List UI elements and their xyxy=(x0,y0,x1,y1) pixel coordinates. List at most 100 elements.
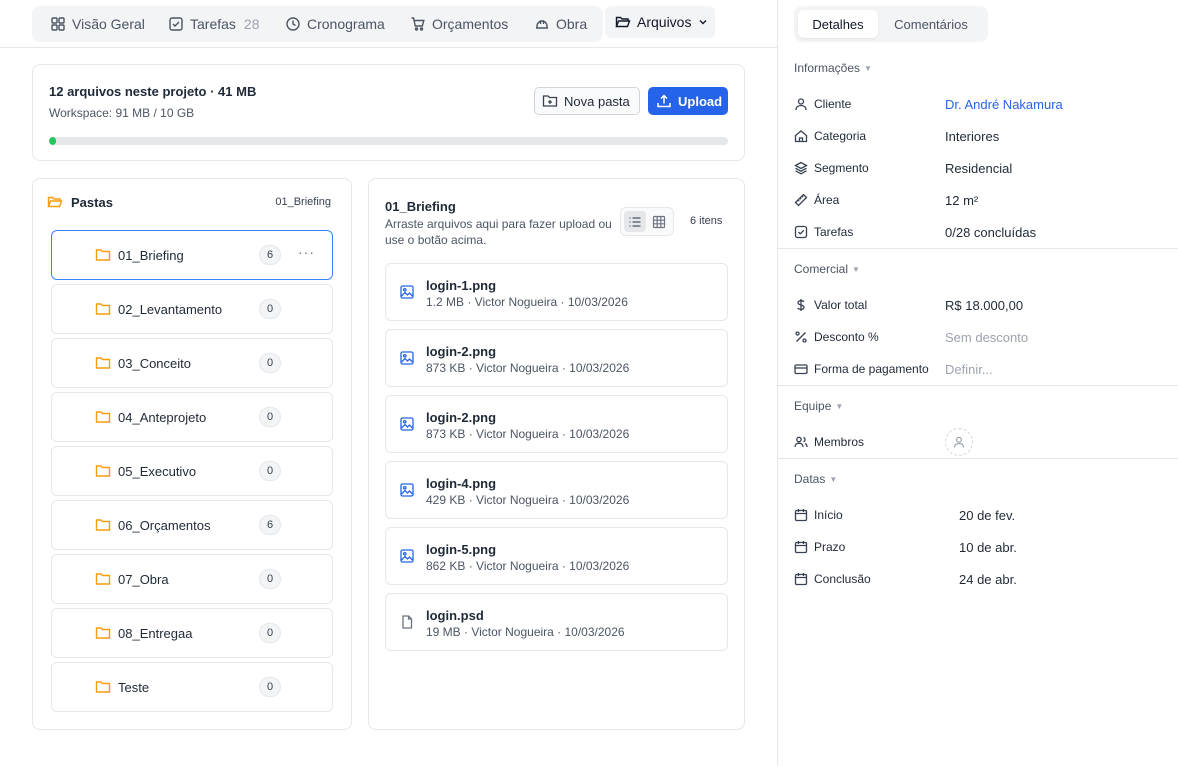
folder-item[interactable]: 08_Entregaa 0 xyxy=(51,608,333,658)
prop-label: Conclusão xyxy=(814,572,871,586)
folder-name: 05_Executivo xyxy=(118,464,197,479)
folders-panel: Pastas 01_Briefing 01_Briefing 6 ··· 02_Lev… xyxy=(32,178,352,730)
prop-label: Forma de pagamento xyxy=(814,362,929,376)
section-info-title: Informações xyxy=(794,61,861,75)
helmet-icon xyxy=(534,16,550,32)
files-panel: 01_Briefing Arraste arquivos aqui para f… xyxy=(368,178,745,730)
tasks-count-badge: 28 xyxy=(243,16,260,32)
section-team-toggle[interactable]: Equipe ▼ xyxy=(794,399,843,413)
section-dates-toggle[interactable]: Datas ▼ xyxy=(794,472,837,486)
folder-icon xyxy=(95,571,111,590)
folder-more-button[interactable]: ··· xyxy=(298,244,315,260)
tab-visao-geral[interactable]: Visão Geral xyxy=(50,6,145,42)
payment-value[interactable]: Definir... xyxy=(945,362,993,377)
prop-label: Cliente xyxy=(814,97,852,111)
area-value: 12 m² xyxy=(945,193,979,208)
start-date-value[interactable]: 20 de fev. xyxy=(959,508,1015,523)
caret-down-icon: ▼ xyxy=(864,63,872,73)
section-team-title: Equipe xyxy=(794,399,832,413)
folder-item[interactable]: 03_Conceito 0 xyxy=(51,338,333,388)
layers-icon xyxy=(794,161,808,175)
tab-obra[interactable]: Obra xyxy=(534,6,587,42)
tab-orcamentos[interactable]: Orçamentos xyxy=(410,6,508,42)
list-view-button[interactable] xyxy=(624,211,646,232)
image-file-icon xyxy=(400,417,414,434)
folder-icon xyxy=(95,355,111,374)
prop-label: Segmento xyxy=(814,161,869,175)
folder-item[interactable]: Teste 0 xyxy=(51,662,333,712)
folder-item[interactable]: 01_Briefing 6 ··· xyxy=(51,230,333,280)
tab-detalhes[interactable]: Detalhes xyxy=(798,10,878,38)
prop-completion: Conclusão xyxy=(794,572,871,586)
prop-label: Categoria xyxy=(814,129,867,143)
file-card[interactable]: login-5.png 862 KB · Victor Nogueira · 10… xyxy=(385,527,728,585)
tab-comentarios[interactable]: Comentários xyxy=(882,10,980,38)
folder-item[interactable]: 07_Obra 0 xyxy=(51,554,333,604)
tab-cronograma[interactable]: Cronograma xyxy=(285,6,385,42)
section-divider xyxy=(778,248,1178,249)
file-card[interactable]: login.psd 19 MB · Victor Nogueira · 10/03… xyxy=(385,593,728,651)
section-commercial-toggle[interactable]: Comercial ▼ xyxy=(794,262,860,276)
folder-name: 08_Entregaa xyxy=(118,626,193,641)
file-card[interactable]: login-4.png 429 KB · Victor Nogueira · 10… xyxy=(385,461,728,519)
add-member-avatar[interactable] xyxy=(945,428,973,456)
folder-item[interactable]: 04_Anteprojeto 0 xyxy=(51,392,333,442)
folder-icon xyxy=(95,679,111,698)
file-card[interactable]: login-2.png 873 KB · Victor Nogueira · 10… xyxy=(385,395,728,453)
dollar-icon xyxy=(794,298,808,312)
upload-dropzone-hint: Arraste arquivos aqui para fazer upload … xyxy=(385,217,612,247)
table-grid-icon xyxy=(652,215,666,229)
folder-count-badge: 6 xyxy=(259,245,281,265)
tab-label: Obra xyxy=(556,16,588,32)
upload-label: Upload xyxy=(678,93,723,109)
caret-down-icon: ▼ xyxy=(852,264,860,274)
file-meta: 873 KB · Victor Nogueira · 10/03/2026 xyxy=(426,361,630,375)
folder-count-badge: 0 xyxy=(259,461,281,481)
user-icon xyxy=(794,97,808,111)
prop-tasks: Tarefas xyxy=(794,225,853,239)
storage-summary-card: 12 arquivos neste projeto · 41 MB Worksp… xyxy=(32,64,745,161)
folder-icon xyxy=(95,625,111,644)
file-name: login-1.png xyxy=(426,278,497,293)
section-divider xyxy=(778,458,1178,459)
grid-view-button[interactable] xyxy=(648,211,670,232)
file-name: login-5.png xyxy=(426,542,497,557)
folder-count-badge: 6 xyxy=(259,515,281,535)
completion-value[interactable]: 24 de abr. xyxy=(959,572,1017,587)
folder-count-badge: 0 xyxy=(259,623,281,643)
new-folder-button[interactable]: Nova pasta xyxy=(534,87,640,115)
prop-payment: Forma de pagamento xyxy=(794,362,929,376)
storage-progress-fill xyxy=(49,137,56,145)
folder-item[interactable]: 02_Levantamento 0 xyxy=(51,284,333,334)
folder-icon xyxy=(95,517,111,536)
client-link[interactable]: Dr. André Nakamura xyxy=(945,97,1063,112)
section-info-toggle[interactable]: Informações ▼ xyxy=(794,61,872,75)
folder-item[interactable]: 06_Orçamentos 6 xyxy=(51,500,333,550)
folder-icon xyxy=(95,463,111,482)
file-meta: 19 MB · Victor Nogueira · 10/03/2026 xyxy=(426,625,625,639)
calendar-icon xyxy=(794,508,808,522)
prop-start-date: Início xyxy=(794,508,843,522)
workspace-usage: Workspace: 91 MB / 10 GB xyxy=(49,106,195,120)
credit-card-icon xyxy=(794,362,808,376)
deadline-value[interactable]: 10 de abr. xyxy=(959,540,1017,555)
file-card[interactable]: login-1.png 1.2 MB · Victor Nogueira · 10… xyxy=(385,263,728,321)
section-dates-title: Datas xyxy=(794,472,826,486)
prop-area: Área xyxy=(794,193,839,207)
calendar-icon xyxy=(794,572,808,586)
tab-arquivos[interactable]: Arquivos xyxy=(605,6,715,38)
file-card[interactable]: login-2.png 873 KB · Victor Nogueira · 10… xyxy=(385,329,728,387)
segment-value: Residencial xyxy=(945,161,1013,176)
discount-value[interactable]: Sem desconto xyxy=(945,330,1028,345)
image-file-icon xyxy=(400,351,414,368)
file-icon xyxy=(400,615,414,632)
sidebar-tabs: Detalhes Comentários xyxy=(794,6,988,42)
folder-plus-icon xyxy=(542,93,558,109)
tab-tarefas[interactable]: Tarefas 28 xyxy=(168,6,260,42)
folder-open-icon xyxy=(615,14,631,30)
upload-button[interactable]: Upload xyxy=(648,87,728,115)
prop-discount: Desconto % xyxy=(794,330,879,344)
folder-item[interactable]: 05_Executivo 0 xyxy=(51,446,333,496)
total-value: R$ 18.000,00 xyxy=(945,298,1024,313)
file-meta: 873 KB · Victor Nogueira · 10/03/2026 xyxy=(426,427,630,441)
